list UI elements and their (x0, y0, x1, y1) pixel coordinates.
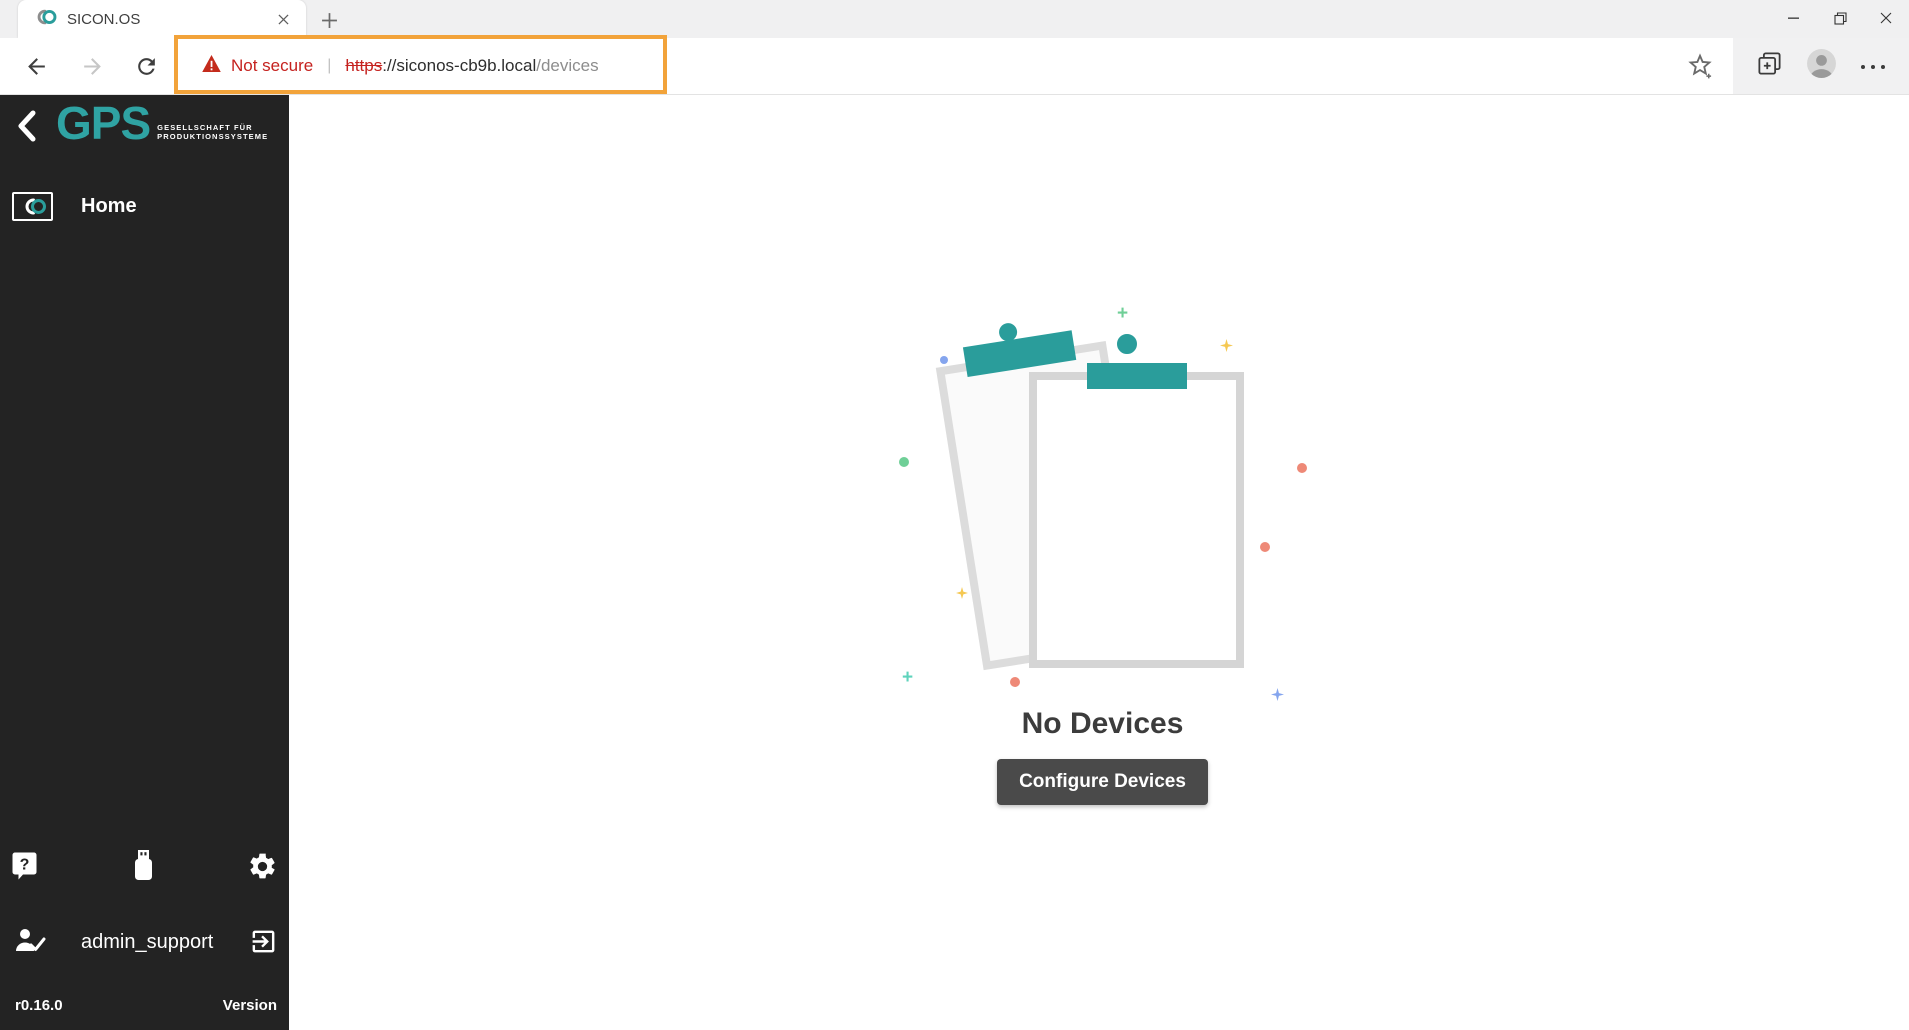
collections-icon[interactable] (1756, 50, 1783, 82)
url-path: /devices (536, 56, 598, 75)
address-url[interactable]: https://siconos-cb9b.local/devices (345, 56, 598, 76)
clipboard-front (1029, 334, 1244, 668)
sidebar-item-home-label: Home (81, 195, 137, 218)
confetti-dot (1297, 463, 1307, 473)
clipboard-front-clip-ring (1117, 334, 1137, 354)
clipboard-front-clip (1087, 363, 1187, 389)
favorite-star-icon[interactable] (1686, 51, 1716, 81)
username-label: admin_support (81, 931, 213, 954)
main-content: + + (289, 95, 1909, 1030)
toolbar-right-zone (1733, 38, 1909, 94)
usb-icon[interactable] (131, 849, 156, 886)
configure-devices-button[interactable]: Configure Devices (997, 759, 1208, 805)
clipboard-front-paper (1029, 372, 1244, 668)
window-close-icon[interactable] (1863, 0, 1909, 36)
collapse-chevron-icon[interactable] (16, 109, 42, 141)
person-check-icon (14, 926, 46, 959)
confetti-star-icon (1271, 688, 1284, 706)
gps-logo-subtitle: GESELLSCHAFT FÜR PRODUKTIONSSYSTEME (157, 124, 268, 141)
empty-state-text-block: No Devices Configure Devices (890, 707, 1315, 805)
sidebar-version-row: r0.16.0 Version (0, 985, 289, 1030)
confetti-dot (1010, 677, 1020, 687)
chip-divider: | (327, 57, 331, 75)
gps-logo-text: GPS (56, 101, 150, 145)
url-scheme: https (345, 56, 382, 75)
new-tab-button[interactable] (316, 7, 342, 33)
warning-triangle-icon (202, 55, 221, 77)
confetti-dot (899, 457, 909, 467)
url-host: ://siconos-cb9b.local (382, 56, 536, 75)
help-icon[interactable]: ? (11, 851, 38, 886)
logout-icon[interactable] (249, 927, 278, 961)
confetti-plus-icon: + (1117, 308, 1128, 320)
svg-text:?: ? (20, 857, 30, 874)
back-icon[interactable] (22, 52, 50, 80)
empty-state-title: No Devices (890, 707, 1315, 741)
window-minimize-icon[interactable] (1771, 0, 1817, 36)
empty-state-illustration: + + (890, 300, 1315, 705)
security-chip[interactable]: Not secure | https://siconos-cb9b.local/… (202, 38, 599, 94)
browser-tab[interactable]: SICON.OS (18, 0, 306, 38)
browser-menu-ellipsis-icon[interactable] (1860, 57, 1886, 75)
profile-avatar-icon[interactable] (1806, 48, 1837, 84)
version-label: Version (223, 997, 277, 1014)
sicon-favicon-icon (30, 8, 58, 31)
window-restore-icon[interactable] (1817, 0, 1863, 36)
forward-icon[interactable] (78, 52, 106, 80)
sidebar-user-row: admin_support (0, 917, 289, 967)
tab-title: SICON.OS (67, 11, 272, 28)
window-controls (1771, 0, 1909, 36)
settings-gear-icon[interactable] (247, 851, 278, 887)
sidebar-tools-row: ? (0, 847, 289, 891)
confetti-plus-icon: + (902, 672, 913, 684)
tab-close-icon[interactable] (272, 8, 294, 30)
browser-titlebar: SICON.OS (0, 0, 1909, 38)
home-sicon-icon (12, 192, 53, 221)
sidebar: GPS GESELLSCHAFT FÜR PRODUKTIONSSYSTEME … (0, 95, 289, 1030)
sidebar-item-home[interactable]: Home (0, 185, 289, 227)
confetti-dot (1260, 542, 1270, 552)
gps-logo: GPS GESELLSCHAFT FÜR PRODUKTIONSSYSTEME (56, 101, 268, 145)
version-value: r0.16.0 (15, 997, 63, 1014)
browser-toolbar: Not secure | https://siconos-cb9b.local/… (0, 38, 1909, 95)
refresh-icon[interactable] (132, 52, 160, 80)
app-frame: GPS GESELLSCHAFT FÜR PRODUKTIONSSYSTEME … (0, 95, 1909, 1030)
not-secure-label: Not secure (231, 56, 313, 76)
